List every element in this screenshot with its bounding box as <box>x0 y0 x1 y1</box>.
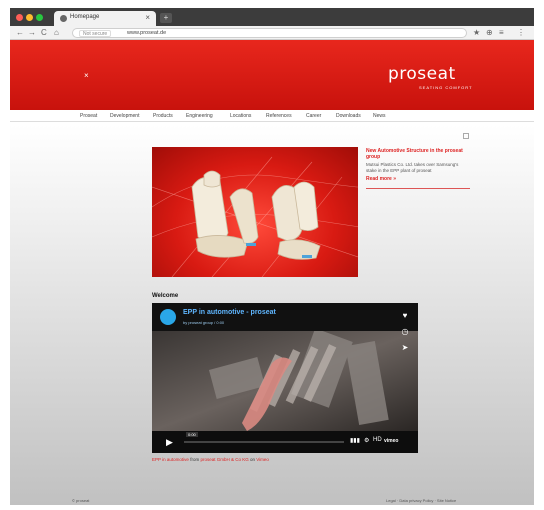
reload-icon[interactable]: C <box>41 27 47 39</box>
nav-item-locations[interactable]: Locations <box>230 113 251 119</box>
nav-item-downloads[interactable]: Downloads <box>336 113 361 119</box>
maximize-window-icon[interactable] <box>36 14 43 21</box>
video-progress-bar[interactable] <box>184 441 344 443</box>
url-text[interactable]: www.proseat.de <box>127 30 166 37</box>
video-byline[interactable]: by proseat group / 0:00 <box>183 320 224 325</box>
favicon-icon <box>60 15 67 22</box>
minimize-window-icon[interactable] <box>26 14 33 21</box>
nav-item-development[interactable]: Development <box>110 113 139 119</box>
caption-from: from <box>188 457 201 462</box>
news-teaser: New Automotive Structure in the proseat … <box>366 148 470 189</box>
close-window-icon[interactable] <box>16 14 23 21</box>
channel-avatar[interactable] <box>160 309 176 325</box>
home-icon[interactable]: ⌂ <box>54 27 59 39</box>
nav-item-news[interactable]: News <box>373 113 386 119</box>
nav-item-engineering[interactable]: Engineering <box>186 113 213 119</box>
copyright: © proseat <box>72 498 90 503</box>
vimeo-logo[interactable]: vimeo <box>384 438 398 444</box>
nav-item-career[interactable]: Career <box>306 113 321 119</box>
video-title[interactable]: EPP in automotive - proseat <box>183 309 276 316</box>
site-footer: © proseat Legal · Data privacy Policy · … <box>10 498 534 505</box>
tab-title: Homepage <box>70 14 100 20</box>
web-page: × proseat SEATING COMFORT Proseat Develo… <box>10 40 534 505</box>
header-mark-icon: × <box>84 71 89 80</box>
video-time: 0:00 <box>186 432 198 437</box>
browser-toolbar: ← → C ⌂ Not secure www.proseat.de ★ ⊕ ≡ … <box>10 26 534 40</box>
tab-close-icon[interactable]: × <box>145 13 150 22</box>
read-more-link[interactable]: Read more » <box>366 176 470 182</box>
news-text: Mutsui Plastics Co. Ltd. takes over Sams… <box>366 162 459 173</box>
hd-badge[interactable]: HD <box>373 437 382 443</box>
footer-links[interactable]: Legal · Data privacy Policy · Site Notic… <box>386 498 456 503</box>
video-player[interactable]: EPP in automotive - proseat by proseat g… <box>152 303 418 453</box>
news-title[interactable]: New Automotive Structure in the proseat … <box>366 148 470 160</box>
nav-item-products[interactable]: Products <box>153 113 173 119</box>
site-logo[interactable]: proseat <box>388 64 456 84</box>
caption-video-link[interactable]: EPP in automotive <box>152 457 189 462</box>
caption-vimeo-link[interactable]: Vimeo <box>256 457 269 462</box>
hero-image <box>152 147 358 277</box>
play-icon[interactable]: ▶ <box>166 437 173 448</box>
bookmark-icon[interactable]: ★ <box>473 27 480 39</box>
like-icon[interactable]: ♥ <box>400 311 410 321</box>
back-icon[interactable]: ← <box>16 27 24 39</box>
nav-item-proseat[interactable]: Proseat <box>80 113 97 119</box>
language-icon[interactable] <box>463 133 469 139</box>
browser-menu-icon[interactable]: ⋮ <box>517 27 525 39</box>
caption-author-link[interactable]: proseat GmbH & Co KG <box>200 457 248 462</box>
section-heading: Welcome <box>152 293 179 299</box>
divider <box>366 188 470 189</box>
video-title-bar: EPP in automotive - proseat by proseat g… <box>152 303 418 331</box>
site-tagline: SEATING COMFORT <box>419 85 473 90</box>
nav-item-references[interactable]: References <box>266 113 292 119</box>
browser-tab-strip: Homepage × + <box>10 8 534 26</box>
forward-icon[interactable]: → <box>28 27 36 39</box>
site-header: × proseat SEATING COMFORT <box>10 40 534 110</box>
extensions-menu-icon[interactable]: ≡ <box>499 27 504 39</box>
share-icon[interactable]: ➤ <box>400 343 410 353</box>
car-seats-illustration <box>152 156 358 277</box>
browser-tab[interactable]: Homepage × <box>54 11 156 26</box>
security-indicator[interactable]: Not secure <box>79 30 112 37</box>
video-caption: EPP in automotive from proseat GmbH & Co… <box>152 457 269 462</box>
new-tab-button[interactable]: + <box>160 13 172 23</box>
video-controls: ▶ 0:00 ▮▮▮ ⚙ HD vimeo <box>152 431 418 453</box>
extension-icon[interactable]: ⊕ <box>486 27 493 39</box>
settings-icon[interactable]: ⚙ <box>364 437 369 444</box>
volume-icon[interactable]: ▮▮▮ <box>350 437 360 444</box>
main-navigation: Proseat Development Products Engineering… <box>10 110 534 122</box>
watch-later-icon[interactable]: ◷ <box>400 327 410 337</box>
address-bar[interactable]: Not secure www.proseat.de <box>72 28 467 38</box>
